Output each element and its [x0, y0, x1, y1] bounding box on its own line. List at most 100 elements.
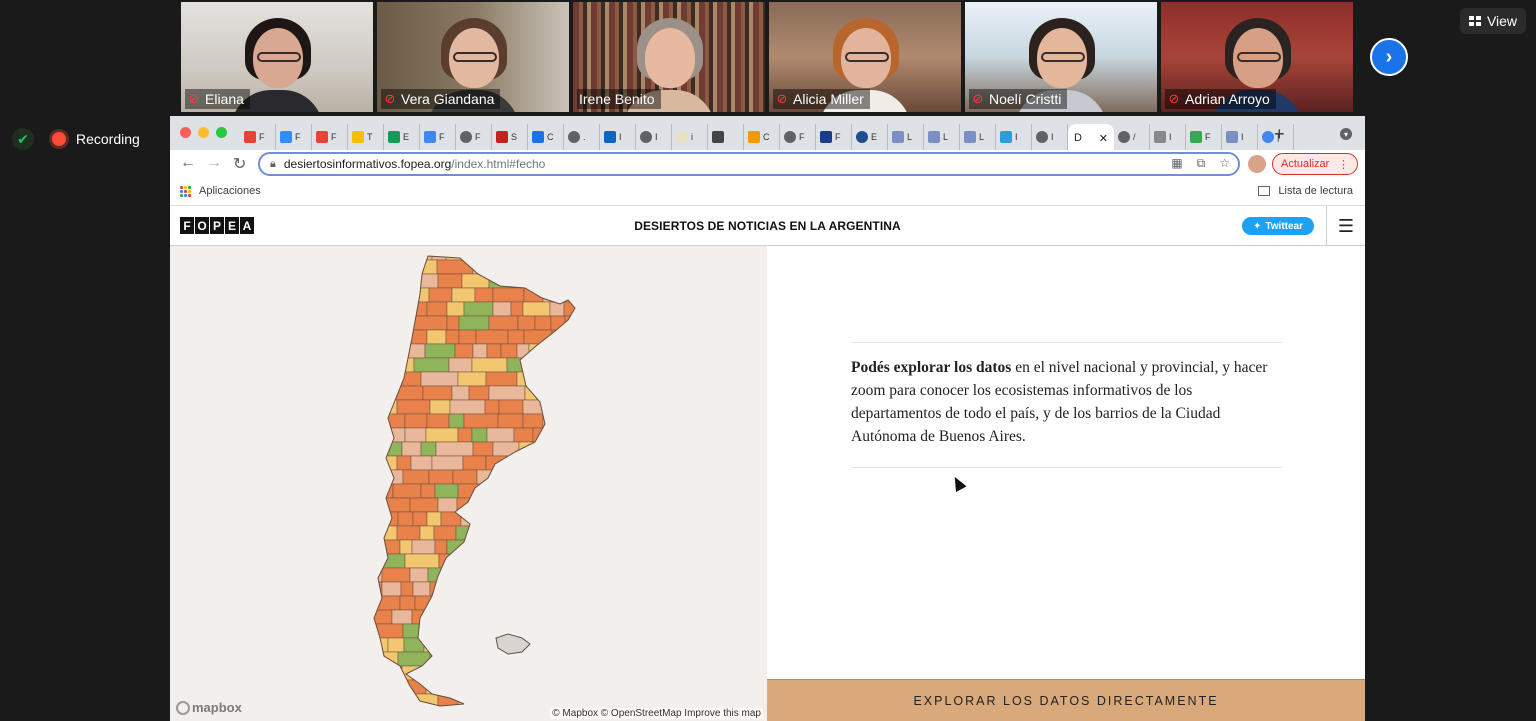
argentina-choropleth[interactable]	[170, 246, 767, 721]
map-region[interactable]	[516, 343, 530, 359]
browser-tab[interactable]: I	[636, 124, 672, 150]
map-region[interactable]	[564, 399, 578, 415]
map-region[interactable]	[501, 553, 523, 569]
participant-tile-adrian-arroyo[interactable]: ⊘ Adrian Arroyo	[1161, 2, 1353, 112]
map-region[interactable]	[435, 441, 474, 457]
new-tab-icon[interactable]: +	[1274, 124, 1285, 145]
map-region[interactable]	[573, 539, 593, 555]
map-region[interactable]	[506, 567, 523, 583]
map-region[interactable]	[411, 539, 436, 555]
map-region[interactable]	[500, 343, 518, 359]
map-region[interactable]	[370, 483, 394, 499]
browser-tab[interactable]: C	[528, 124, 564, 150]
map-region[interactable]	[516, 371, 543, 387]
map-region[interactable]	[490, 679, 505, 695]
map-region[interactable]	[370, 497, 383, 513]
map-region[interactable]	[370, 413, 406, 429]
map-region[interactable]	[573, 246, 600, 261]
map-region[interactable]	[488, 581, 502, 597]
map-region[interactable]	[452, 469, 478, 485]
map-region[interactable]	[396, 399, 431, 415]
map-region[interactable]	[436, 665, 470, 681]
map-region[interactable]	[370, 469, 404, 485]
map-region[interactable]	[510, 301, 524, 317]
map-region[interactable]	[424, 343, 456, 359]
security-shield-icon[interactable]: ✔	[12, 128, 34, 150]
reload-icon[interactable]: ↻	[233, 154, 246, 174]
map-region[interactable]	[533, 651, 549, 667]
map-region[interactable]	[473, 567, 508, 583]
map-region[interactable]	[481, 651, 505, 667]
map-region[interactable]	[571, 637, 596, 653]
map-region[interactable]	[539, 665, 556, 681]
browser-tab[interactable]: I	[1222, 124, 1258, 150]
map-region[interactable]	[552, 497, 577, 513]
map-region[interactable]	[474, 287, 494, 303]
map-region[interactable]	[552, 385, 572, 401]
map-region[interactable]	[448, 357, 473, 373]
map-region[interactable]	[370, 441, 403, 457]
map-region[interactable]	[541, 371, 576, 387]
map-region[interactable]	[571, 525, 584, 541]
map-region[interactable]	[471, 427, 488, 443]
map-region[interactable]	[530, 581, 568, 597]
map-region[interactable]	[393, 246, 410, 261]
recording-indicator[interactable]: Recording	[52, 128, 140, 150]
map-region[interactable]	[561, 455, 575, 471]
map-region[interactable]	[520, 469, 549, 485]
map-region[interactable]	[404, 413, 428, 429]
map-region[interactable]	[370, 329, 404, 345]
map-region[interactable]	[462, 455, 487, 471]
map-region[interactable]	[370, 623, 404, 639]
map-region[interactable]	[500, 609, 533, 625]
map-region[interactable]	[576, 372, 589, 386]
map-region[interactable]	[445, 329, 460, 345]
map-region[interactable]	[492, 287, 525, 303]
map-region[interactable]	[405, 287, 430, 303]
map-region[interactable]	[539, 259, 564, 275]
map-region[interactable]	[413, 357, 450, 373]
map-region[interactable]	[474, 581, 490, 597]
map-region[interactable]	[577, 288, 613, 302]
map-region[interactable]	[577, 498, 602, 512]
map-region[interactable]	[408, 246, 433, 261]
map-region[interactable]	[457, 371, 487, 387]
map-region[interactable]	[544, 399, 566, 415]
map-region[interactable]	[414, 595, 441, 611]
map-region[interactable]	[423, 637, 441, 653]
bookmark-star-icon[interactable]: ☆	[1219, 156, 1230, 171]
map-region[interactable]	[370, 708, 392, 721]
map-region[interactable]	[404, 427, 427, 443]
map-region[interactable]	[540, 693, 561, 708]
map-region[interactable]	[449, 399, 486, 415]
map-region[interactable]	[491, 246, 522, 261]
map-region[interactable]	[493, 483, 511, 499]
map-region[interactable]	[454, 343, 474, 359]
map-region[interactable]	[381, 343, 406, 359]
map-region[interactable]	[433, 525, 457, 541]
map-region[interactable]	[402, 329, 428, 345]
map-region[interactable]	[507, 329, 525, 345]
map-region[interactable]	[431, 246, 447, 261]
map-region[interactable]	[397, 511, 414, 527]
map-region[interactable]	[403, 637, 425, 653]
apps-bookmark[interactable]: Aplicaciones	[180, 185, 261, 197]
map-region[interactable]	[370, 246, 395, 261]
map-region[interactable]	[542, 413, 575, 429]
map-region[interactable]	[547, 469, 573, 485]
map-region[interactable]	[485, 371, 518, 387]
map-region[interactable]	[513, 427, 534, 443]
map-region[interactable]	[404, 553, 440, 569]
map-region[interactable]	[458, 329, 477, 345]
browser-tab[interactable]: E	[852, 124, 888, 150]
map-region[interactable]	[370, 259, 387, 275]
map-region[interactable]	[408, 708, 444, 721]
map-region[interactable]	[486, 427, 515, 443]
map-region[interactable]	[571, 469, 584, 485]
browser-tab[interactable]: /	[1114, 124, 1150, 150]
map-region[interactable]	[370, 273, 386, 289]
map-region[interactable]	[409, 497, 439, 513]
reading-list-button[interactable]: Lista de lectura	[1258, 185, 1353, 197]
map-region[interactable]	[556, 553, 582, 569]
map-region[interactable]	[456, 581, 476, 597]
